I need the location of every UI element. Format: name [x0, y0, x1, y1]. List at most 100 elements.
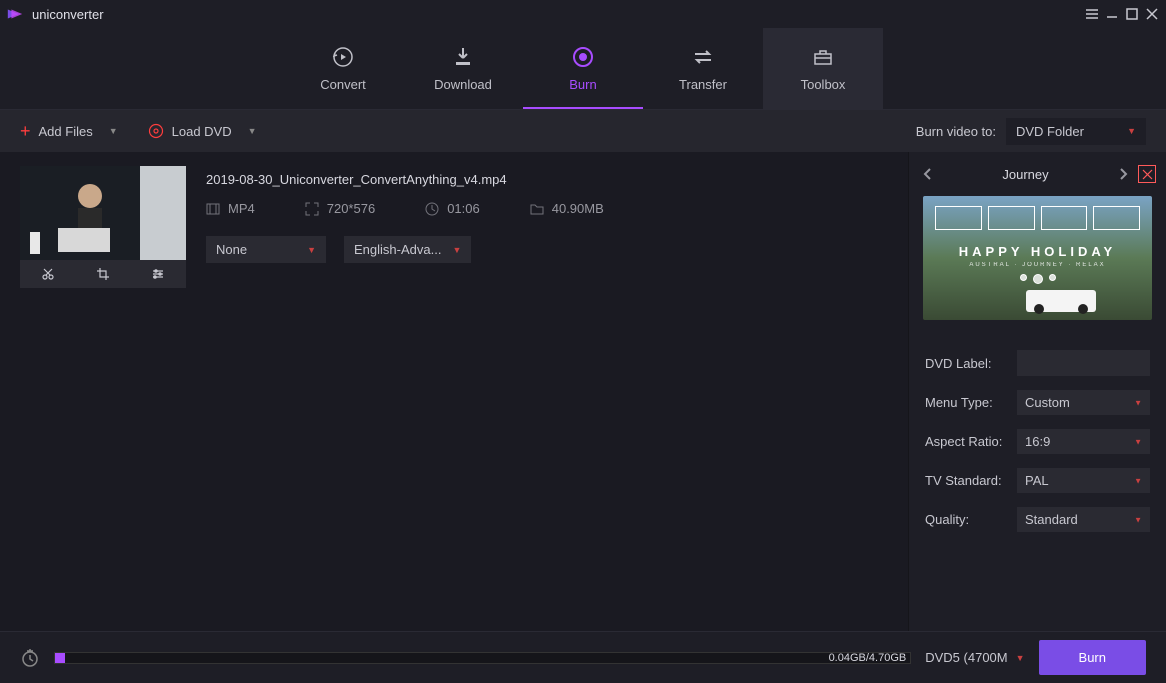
capacity-fill: [55, 653, 65, 663]
chevron-down-icon: ▼: [248, 126, 257, 136]
titlebar: uniconverter: [0, 0, 1166, 28]
tab-transfer[interactable]: Transfer: [643, 28, 763, 109]
tab-burn[interactable]: Burn: [523, 28, 643, 109]
disc-capacity-bar: 0.04GB/4.70GB: [54, 652, 911, 664]
burn-button[interactable]: Burn: [1039, 640, 1146, 675]
dvd-label-input[interactable]: [1017, 350, 1150, 376]
template-overlay-sub: AUSTRAL · JOURNEY · RELAX: [923, 262, 1152, 268]
window-controls: [1084, 6, 1160, 22]
add-files-label: Add Files: [39, 124, 93, 139]
setting-quality: Quality: Standard▼: [925, 507, 1150, 532]
tab-toolbox-label: Toolbox: [801, 77, 846, 92]
chevron-down-icon: ▼: [1134, 398, 1142, 407]
file-resolution: 720*576: [327, 201, 375, 216]
burn-icon: [571, 45, 595, 69]
quality-select[interactable]: Standard▼: [1017, 507, 1150, 532]
video-thumbnail[interactable]: [20, 166, 186, 260]
audio-value: English-Adva...: [354, 242, 441, 257]
file-row: 2019-08-30_Uniconverter_ConvertAnything_…: [20, 166, 888, 288]
file-meta: MP4 720*576 01:06 40.90MB: [206, 201, 888, 216]
setting-tv-standard: TV Standard: PAL▼: [925, 468, 1150, 493]
effects-button[interactable]: [131, 260, 186, 288]
minimize-button[interactable]: [1104, 6, 1120, 22]
expand-icon: [305, 202, 319, 216]
load-dvd-label: Load DVD: [172, 124, 232, 139]
file-selects: None ▼ English-Adva... ▼: [206, 236, 888, 263]
disc-type-value: DVD5 (4700M: [925, 650, 1007, 665]
add-files-button[interactable]: + Add Files ▼: [20, 121, 118, 142]
file-size: 40.90MB: [552, 201, 604, 216]
file-list-panel: 2019-08-30_Uniconverter_ConvertAnything_…: [0, 152, 908, 631]
tab-convert[interactable]: Convert: [283, 28, 403, 109]
template-preview[interactable]: HAPPY HOLIDAY AUSTRAL · JOURNEY · RELAX: [923, 196, 1152, 320]
meta-format: MP4: [206, 201, 255, 216]
tab-download-label: Download: [434, 77, 492, 92]
maximize-button[interactable]: [1124, 6, 1140, 22]
app-title: uniconverter: [32, 7, 104, 22]
tv-standard-select[interactable]: PAL▼: [1017, 468, 1150, 493]
transfer-icon: [691, 45, 715, 69]
burn-target-select[interactable]: DVD Folder ▼: [1006, 118, 1146, 145]
dvd-settings: DVD Label: Menu Type: Custom▼ Aspect Rat…: [909, 320, 1166, 532]
main-area: 2019-08-30_Uniconverter_ConvertAnything_…: [0, 152, 1166, 631]
chevron-down-icon: ▼: [453, 245, 462, 255]
schedule-icon[interactable]: [20, 648, 40, 668]
edit-template-button[interactable]: [1138, 165, 1156, 183]
chevron-down-icon: ▼: [307, 245, 316, 255]
action-toolbar: + Add Files ▼ Load DVD ▼ Burn video to: …: [0, 110, 1166, 152]
next-template-button[interactable]: [1114, 163, 1132, 185]
chevron-down-icon: ▼: [1134, 515, 1142, 524]
main-nav: Convert Download Burn Transfer Toolbox: [0, 28, 1166, 110]
disc-type-select[interactable]: DVD5 (4700M ▼: [925, 650, 1024, 665]
setting-menu-type: Menu Type: Custom▼: [925, 390, 1150, 415]
tab-convert-label: Convert: [320, 77, 366, 92]
file-name: 2019-08-30_Uniconverter_ConvertAnything_…: [206, 172, 888, 187]
crop-button[interactable]: [75, 260, 130, 288]
prev-template-button[interactable]: [919, 163, 937, 185]
convert-icon: [331, 45, 355, 69]
setting-dvd-label: DVD Label:: [925, 350, 1150, 376]
tab-transfer-label: Transfer: [679, 77, 727, 92]
thumbnail-tools: [20, 260, 186, 288]
tab-download[interactable]: Download: [403, 28, 523, 109]
chevron-down-icon: ▼: [1134, 437, 1142, 446]
chevron-down-icon: ▼: [1127, 126, 1136, 136]
plus-icon: +: [20, 121, 31, 142]
setting-aspect-ratio: Aspect Ratio: 16:9▼: [925, 429, 1150, 454]
hamburger-icon[interactable]: [1084, 6, 1100, 22]
close-button[interactable]: [1144, 6, 1160, 22]
template-nav: Journey: [909, 152, 1166, 196]
clock-icon: [425, 202, 439, 216]
toolbox-icon: [811, 45, 835, 69]
meta-duration: 01:06: [425, 201, 480, 216]
file-duration: 01:06: [447, 201, 480, 216]
tv-standard-label: TV Standard:: [925, 473, 1017, 488]
trim-button[interactable]: [20, 260, 75, 288]
capacity-text: 0.04GB/4.70GB: [829, 652, 907, 664]
meta-size: 40.90MB: [530, 201, 604, 216]
film-icon: [206, 202, 220, 216]
template-overlay-title: HAPPY HOLIDAY: [923, 244, 1152, 259]
file-info: 2019-08-30_Uniconverter_ConvertAnything_…: [206, 166, 888, 288]
aspect-ratio-select[interactable]: 16:9▼: [1017, 429, 1150, 454]
menu-type-label: Menu Type:: [925, 395, 1017, 410]
tab-toolbox[interactable]: Toolbox: [763, 28, 883, 109]
template-name: Journey: [937, 167, 1114, 182]
download-icon: [451, 45, 475, 69]
aspect-ratio-label: Aspect Ratio:: [925, 434, 1017, 449]
disc-icon: [148, 123, 164, 139]
chevron-down-icon: ▼: [1016, 653, 1025, 663]
tab-burn-label: Burn: [569, 77, 596, 92]
folder-icon: [530, 202, 544, 216]
dvd-label-label: DVD Label:: [925, 356, 1017, 371]
audio-select[interactable]: English-Adva... ▼: [344, 236, 471, 263]
chevron-down-icon: ▼: [1134, 476, 1142, 485]
footer: 0.04GB/4.70GB DVD5 (4700M ▼ Burn: [0, 631, 1166, 683]
menu-type-select[interactable]: Custom▼: [1017, 390, 1150, 415]
subtitle-select[interactable]: None ▼: [206, 236, 326, 263]
load-dvd-button[interactable]: Load DVD ▼: [148, 123, 257, 139]
meta-resolution: 720*576: [305, 201, 375, 216]
quality-label: Quality:: [925, 512, 1017, 527]
file-format: MP4: [228, 201, 255, 216]
chevron-down-icon: ▼: [109, 126, 118, 136]
